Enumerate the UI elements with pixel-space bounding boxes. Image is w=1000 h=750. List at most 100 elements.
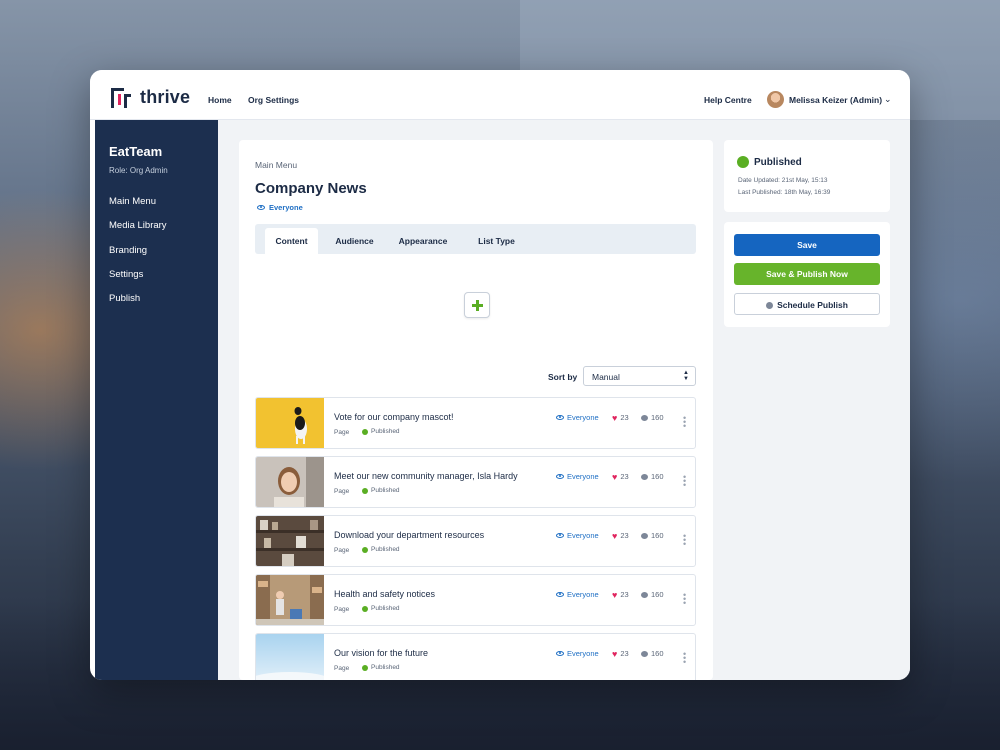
status-badge: Published: [362, 487, 400, 494]
audience-link[interactable]: Everyone: [257, 203, 303, 212]
more-icon[interactable]: • • •: [683, 414, 686, 431]
item-likes: ♥ 23: [612, 648, 629, 659]
item-title[interactable]: Download your department resources: [334, 530, 484, 540]
status-dot-icon: [362, 664, 368, 671]
logo-text[interactable]: thrive: [140, 87, 190, 108]
main-panel: Main Menu Company News Everyone Content …: [239, 140, 713, 680]
actions-card: Save Save & Publish Now Schedule Publish: [724, 222, 890, 327]
item-type: Page: [334, 429, 350, 436]
heart-icon: ♥: [612, 530, 618, 541]
comment-icon: [641, 532, 648, 539]
publish-status-card: Published Date Updated: 21st May, 15:13 …: [724, 140, 890, 212]
status-dot-icon: [362, 428, 368, 435]
tab-content[interactable]: Content: [265, 228, 318, 254]
user-menu[interactable]: Melissa Keizer (Admin): [789, 95, 882, 105]
status-dot-icon: [362, 487, 368, 494]
item-type: Page: [334, 488, 350, 495]
sidebar-item-media-library[interactable]: Media Library: [109, 220, 167, 231]
sidebar-item-main-menu[interactable]: Main Menu: [109, 196, 156, 207]
sort-label: Sort by: [548, 372, 578, 382]
heart-icon: ♥: [612, 471, 618, 482]
add-item-button[interactable]: [464, 292, 490, 318]
team-name: EatTeam: [109, 144, 163, 159]
more-icon[interactable]: • • •: [683, 650, 686, 667]
sort-arrows-icon: ▲ ▼: [683, 370, 689, 382]
heart-icon: ♥: [612, 589, 618, 600]
more-icon[interactable]: • • •: [683, 473, 686, 490]
sidebar: EatTeam Role: Org Admin Main Menu Media …: [95, 120, 218, 680]
comment-icon: [641, 414, 648, 421]
eye-icon: [556, 533, 564, 538]
date-updated: Date Updated: 21st May, 15:13: [738, 177, 828, 184]
item-title[interactable]: Our vision for the future: [334, 648, 428, 658]
list-item[interactable]: Our vision for the future Page Published…: [255, 633, 696, 680]
item-likes: ♥ 23: [612, 412, 629, 423]
item-audience[interactable]: Everyone: [556, 413, 599, 422]
sort-select[interactable]: Manual ▲ ▼: [583, 366, 696, 386]
avatar[interactable]: [767, 91, 784, 108]
sidebar-item-branding[interactable]: Branding: [109, 245, 147, 256]
item-audience[interactable]: Everyone: [556, 649, 599, 658]
tab-appearance[interactable]: Appearance: [392, 228, 454, 254]
item-title[interactable]: Health and safety notices: [334, 589, 435, 599]
item-audience[interactable]: Everyone: [556, 472, 599, 481]
heart-icon: ♥: [612, 648, 618, 659]
tab-bar: Content Audience Appearance List Type: [255, 224, 696, 254]
list-item[interactable]: Download your department resources Page …: [255, 515, 696, 567]
schedule-publish-button[interactable]: Schedule Publish: [734, 293, 880, 315]
sort-value: Manual: [592, 372, 620, 382]
eye-icon: [556, 651, 564, 656]
status-badge: Published: [362, 546, 400, 553]
breadcrumb[interactable]: Main Menu: [255, 160, 297, 170]
item-comments: 160: [641, 649, 664, 658]
status-badge: Published: [362, 664, 400, 671]
item-comments: 160: [641, 531, 664, 540]
item-audience[interactable]: Everyone: [556, 590, 599, 599]
app-window: thrive Home Org Settings Help Centre Mel…: [90, 70, 910, 680]
comment-icon: [641, 650, 648, 657]
clock-icon: [766, 302, 774, 309]
comment-icon: [641, 473, 648, 480]
chevron-down-icon[interactable]: ⌄: [884, 94, 892, 105]
help-centre-link[interactable]: Help Centre: [704, 95, 752, 105]
eye-icon: [556, 415, 564, 420]
item-comments: 160: [641, 413, 664, 422]
list-item[interactable]: Health and safety notices Page Published…: [255, 574, 696, 626]
more-icon[interactable]: • • •: [683, 591, 686, 608]
eye-icon: [556, 592, 564, 597]
item-audience[interactable]: Everyone: [556, 531, 599, 540]
eye-icon: [556, 474, 564, 479]
status-badge: Published: [362, 605, 400, 612]
list-item[interactable]: Vote for our company mascot! Page Publis…: [255, 397, 696, 449]
more-icon[interactable]: • • •: [683, 532, 686, 549]
eye-icon: [257, 205, 265, 210]
role-label: Role: Org Admin: [109, 166, 168, 175]
heart-icon: ♥: [612, 412, 618, 423]
item-thumbnail: [256, 398, 324, 448]
status-dot-icon: [362, 546, 368, 553]
item-likes: ♥ 23: [612, 589, 629, 600]
item-type: Page: [334, 665, 350, 672]
tab-list-type[interactable]: List Type: [469, 228, 524, 254]
item-thumbnail: [256, 634, 324, 680]
sidebar-item-settings[interactable]: Settings: [109, 269, 143, 280]
status-badge: Published: [362, 428, 400, 435]
item-type: Page: [334, 606, 350, 613]
status-title: Published: [754, 157, 802, 168]
last-published: Last Published: 18th May, 16:39: [738, 189, 831, 196]
item-title[interactable]: Meet our new community manager, Isla Har…: [334, 471, 518, 481]
item-type: Page: [334, 547, 350, 554]
sidebar-item-publish[interactable]: Publish: [109, 293, 140, 304]
item-thumbnail: [256, 516, 324, 566]
nav-org-settings[interactable]: Org Settings: [248, 95, 299, 105]
tab-audience[interactable]: Audience: [327, 228, 382, 254]
save-button[interactable]: Save: [734, 234, 880, 256]
item-likes: ♥ 23: [612, 471, 629, 482]
nav-home[interactable]: Home: [208, 95, 232, 105]
list-item[interactable]: Meet our new community manager, Isla Har…: [255, 456, 696, 508]
thrive-logo-icon[interactable]: [110, 87, 132, 109]
page-title: Company News: [255, 180, 367, 197]
save-publish-button[interactable]: Save & Publish Now: [734, 263, 880, 285]
top-bar: thrive Home Org Settings Help Centre Mel…: [90, 70, 910, 120]
item-title[interactable]: Vote for our company mascot!: [334, 412, 454, 422]
